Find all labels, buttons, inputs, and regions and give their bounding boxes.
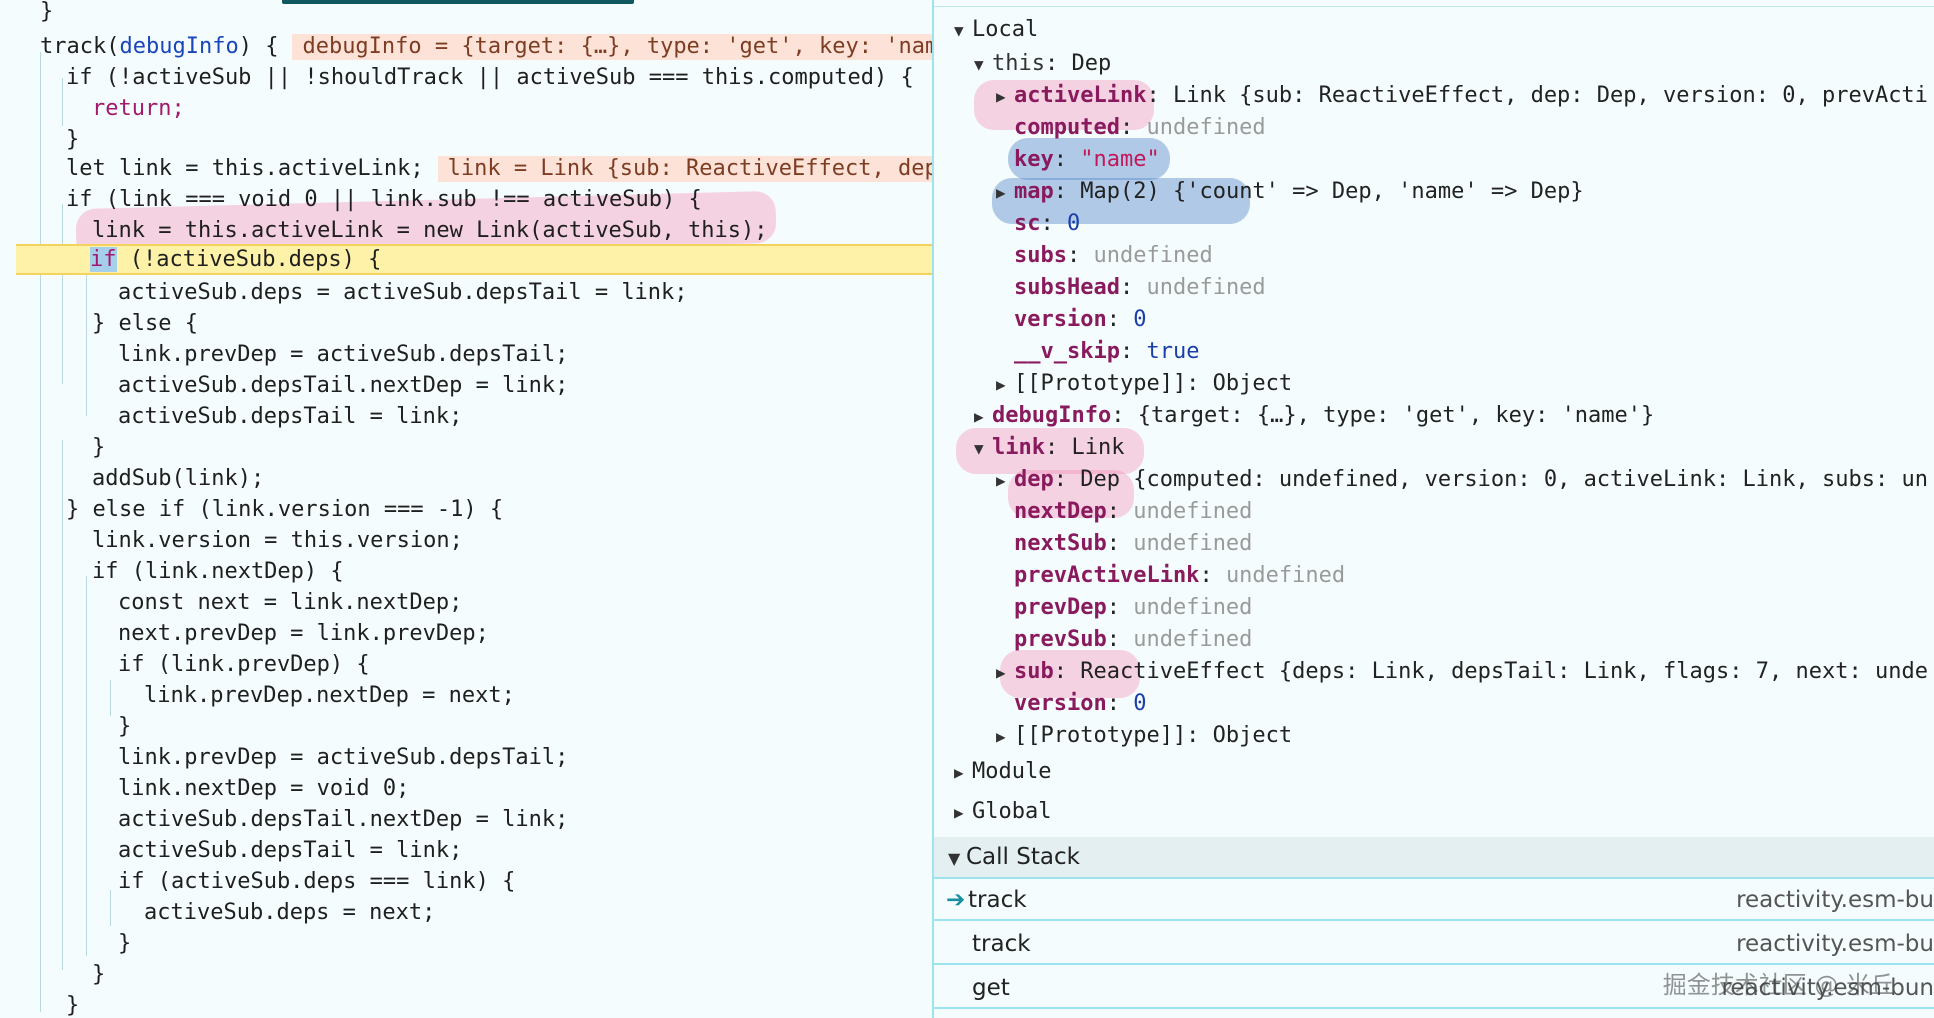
indent-guide [110, 890, 111, 926]
watermark: 掘金技术社区 @ 米丘 [1662, 971, 1894, 999]
prop-subs: subs: undefined [1014, 243, 1213, 268]
indent-guide [110, 680, 111, 716]
code-line: activeSub.depsTail = link; [118, 404, 463, 429]
prop-activeLink[interactable]: ▶ activeLink: Link {sub: ReactiveEffect, … [996, 80, 1928, 112]
prop-map[interactable]: ▶ map: Map(2) {'count' => Dep, 'name' => … [996, 176, 1584, 208]
prop-link-version: version: 0 [1014, 691, 1147, 716]
prop-prevActiveLink: prevActiveLink: undefined [1014, 563, 1346, 588]
prop-prevDep: prevDep: undefined [1014, 595, 1253, 620]
prop-sc: sc: 0 [1014, 211, 1081, 236]
code-line: } else if (link.version === -1) { [66, 497, 504, 522]
indent-guide [40, 52, 41, 1012]
caret-right-icon: ▶ [996, 375, 1006, 394]
caret-down-icon: ▼ [948, 849, 961, 868]
caret-right-icon: ▶ [996, 87, 1006, 106]
caret-right-icon: ▶ [996, 183, 1006, 202]
callstack-frame[interactable]: ➔ track reactivity.esm-bu [934, 879, 1934, 921]
code-line: link.nextDep = void 0; [118, 776, 410, 801]
prop-sub[interactable]: ▶ sub: ReactiveEffect {deps: Link, depsTa… [996, 656, 1928, 688]
caret-right-icon: ▶ [996, 727, 1006, 746]
caret-right-icon: ▶ [996, 663, 1006, 682]
code-line: if (activeSub.deps === link) { [118, 869, 516, 894]
code-line-let-link: let link = this.activeLink; link = Link {… [66, 153, 932, 184]
indent-guide [62, 440, 63, 970]
scope-global[interactable]: ▶ Global [954, 796, 1051, 828]
debugger-scope-panel: ▼ Local ▼ this: Dep ▶ activeLink: Link {sub… [934, 0, 1934, 1018]
scope-local[interactable]: ▼ Local [954, 14, 1038, 46]
callstack-frame[interactable]: track reactivity.esm-bu [934, 923, 1934, 965]
code-line: if (link.nextDep) { [92, 559, 344, 584]
code-line-track-signature: track(debugInfo) {debugInfo = {target: {… [40, 31, 932, 62]
code-line: } [118, 714, 132, 739]
code-editor[interactable]: } track(debugInfo) {debugInfo = {target:… [0, 0, 932, 1018]
caret-down-icon: ▼ [954, 21, 964, 40]
prop-nextSub: nextSub: undefined [1014, 531, 1253, 556]
scope-this[interactable]: ▼ this: Dep [974, 48, 1111, 80]
code-line: } [118, 931, 132, 956]
inline-debug-value: debugInfo = {target: {…}, type: 'get', k… [292, 34, 932, 60]
prop-key: key: "name" [1014, 147, 1160, 172]
code-line: if (link === void 0 || link.sub !== acti… [66, 187, 702, 212]
prop-subsHead: subsHead: undefined [1014, 275, 1266, 300]
code-line: addSub(link); [92, 466, 265, 491]
indent-guide [86, 256, 87, 416]
caret-down-icon: ▼ [974, 439, 984, 458]
code-line: if (link.prevDep) { [118, 652, 370, 677]
prop-v-skip: __v_skip: true [1014, 339, 1200, 364]
prop-version: version: 0 [1014, 307, 1147, 332]
callstack-header[interactable]: ▼ Call Stack [934, 837, 1934, 879]
prop-prototype[interactable]: ▶ [[Prototype]]: Object [996, 368, 1292, 400]
code-line: link.prevDep.nextDep = next; [144, 683, 515, 708]
scope-debugInfo[interactable]: ▶ debugInfo: {target: {…}, type: 'get', k… [974, 400, 1654, 432]
caret-right-icon: ▶ [954, 803, 964, 822]
code-line: activeSub.depsTail = link; [118, 838, 463, 863]
indent-guide [62, 204, 63, 384]
code-line: const next = link.nextDep; [118, 590, 463, 615]
caret-right-icon: ▶ [996, 471, 1006, 490]
scope-link[interactable]: ▼ link: Link [974, 432, 1124, 464]
code-line-current-breakpoint[interactable]: if (!activeSub.deps) { [16, 244, 932, 275]
prop-dep[interactable]: ▶ dep: Dep {computed: undefined, version:… [996, 464, 1928, 496]
code-line: link.version = this.version; [92, 528, 463, 553]
code-line: } [92, 435, 106, 460]
code-line-new-link: link = this.activeLink = new Link(active… [92, 218, 768, 243]
indent-guide [62, 78, 63, 126]
code-line: } [92, 962, 106, 987]
code-line: activeSub.depsTail.nextDep = link; [118, 807, 569, 832]
code-line: } else { [92, 311, 198, 336]
prop-computed: computed: undefined [1014, 115, 1266, 140]
scope-module[interactable]: ▶ Module [954, 756, 1051, 788]
code-line: link.prevDep = activeSub.depsTail; [118, 342, 569, 367]
caret-right-icon: ▶ [974, 407, 984, 426]
code-line: } [40, 0, 54, 24]
code-line: } [66, 993, 80, 1018]
caret-down-icon: ▼ [974, 55, 984, 74]
prop-nextDep: nextDep: undefined [1014, 499, 1253, 524]
code-line: activeSub.deps = next; [144, 900, 436, 925]
inline-debug-value: link = Link {sub: ReactiveEffect, dep [437, 156, 932, 182]
indent-guide [86, 576, 87, 956]
panel-top-rule [934, 6, 1934, 7]
code-line: return; [92, 96, 185, 121]
code-line: activeSub.deps = activeSub.depsTail = li… [118, 280, 688, 305]
code-line: activeSub.depsTail.nextDep = link; [118, 373, 569, 398]
code-line: link.prevDep = activeSub.depsTail; [118, 745, 569, 770]
prop-prevSub: prevSub: undefined [1014, 627, 1253, 652]
code-line: if (!activeSub || !shouldTrack || active… [66, 65, 914, 90]
code-line: } [66, 127, 80, 152]
caret-right-icon: ▶ [954, 763, 964, 782]
prop-prototype-2[interactable]: ▶ [[Prototype]]: Object [996, 720, 1292, 752]
code-line: next.prevDep = link.prevDep; [118, 621, 489, 646]
current-frame-arrow-icon: ➔ [946, 887, 966, 913]
